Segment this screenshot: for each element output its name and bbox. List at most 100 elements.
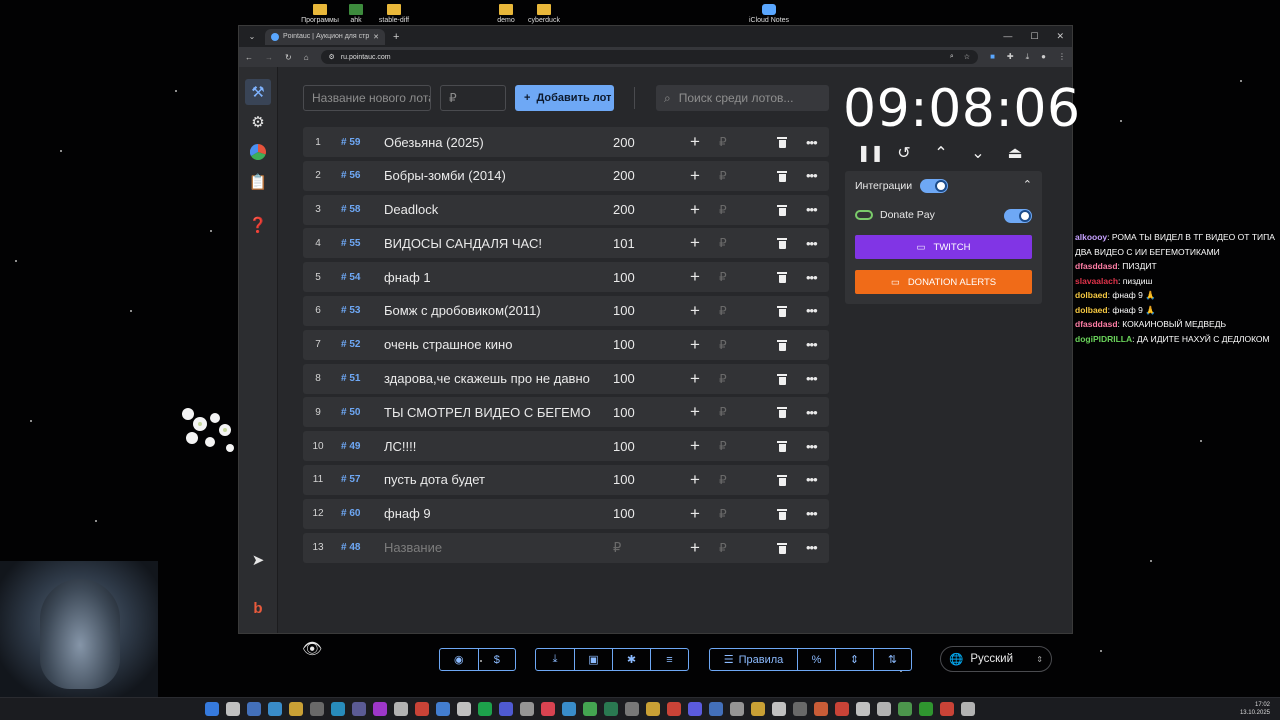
- lot-row[interactable]: 2 # 56 Бобры-зомби (2014) 200 + ₽ •••: [303, 160, 829, 191]
- trash-icon[interactable]: [777, 204, 787, 216]
- home-icon[interactable]: ⌂: [304, 53, 309, 62]
- sidebar-item-help[interactable]: ❓: [245, 212, 271, 238]
- url-field[interactable]: ⚙ ru.pointauc.com ⌕ ☆: [320, 50, 979, 64]
- forward-icon[interactable]: →: [265, 53, 273, 62]
- more-icon[interactable]: •••: [806, 168, 818, 183]
- lot-row[interactable]: 4 # 55 ВИДОСЫ САНДАЛЯ ЧАС! 101 + ₽ •••: [303, 228, 829, 259]
- lot-amount[interactable]: 200: [613, 168, 635, 183]
- trash-icon[interactable]: [777, 237, 787, 250]
- plus-icon[interactable]: +: [690, 436, 700, 456]
- lot-amount[interactable]: 100: [613, 472, 635, 487]
- lot-row[interactable]: 12 # 60 фнаф 9 100 + ₽ •••: [303, 498, 829, 529]
- plus-icon[interactable]: +: [690, 166, 700, 186]
- add-amount-input[interactable]: ₽: [719, 473, 727, 487]
- taskbar-app-icon[interactable]: [793, 702, 807, 716]
- browser-tab[interactable]: Pointauc | Аукцион для стримов ✕: [265, 28, 385, 45]
- taskbar-app-icon[interactable]: [562, 702, 576, 716]
- taskbar-app-icon[interactable]: [310, 702, 324, 716]
- trash-icon[interactable]: [777, 474, 787, 486]
- maximize-icon[interactable]: ☐: [1030, 31, 1038, 42]
- taskbar-app-icon[interactable]: [457, 702, 471, 716]
- new-lot-input[interactable]: Название нового лота: [303, 85, 431, 111]
- taskbar-clock[interactable]: 17:02 13.10.2025: [1240, 701, 1270, 717]
- lot-row[interactable]: 11 # 57 пусть дота будет 100 + ₽ •••: [303, 464, 829, 495]
- taskbar-app-icon[interactable]: [247, 702, 261, 716]
- add-amount-input[interactable]: ₽: [719, 203, 727, 217]
- plus-icon[interactable]: +: [690, 301, 700, 321]
- amount-input[interactable]: ₽: [440, 85, 506, 111]
- lot-row[interactable]: 7 # 52 очень страшное кино 100 + ₽ •••: [303, 329, 829, 360]
- more-icon[interactable]: •••: [806, 270, 818, 285]
- reset-icon[interactable]: ↺: [894, 143, 914, 163]
- add-amount-input[interactable]: ₽: [719, 405, 727, 419]
- chevron-up-icon[interactable]: ⌃: [1023, 178, 1032, 191]
- sidebar-item-auction[interactable]: ⚒: [245, 79, 271, 105]
- lot-row[interactable]: 8 # 51 здарова,че скажешь про не давно 100 +…: [303, 363, 829, 394]
- percent-button[interactable]: %: [797, 649, 835, 670]
- taskbar-app-icon[interactable]: [478, 702, 492, 716]
- back-icon[interactable]: ←: [245, 53, 253, 62]
- trash-icon[interactable]: [777, 440, 787, 453]
- trash-icon[interactable]: [777, 542, 787, 554]
- download-icon[interactable]: ⤓: [1026, 52, 1030, 62]
- lot-amount[interactable]: 100: [613, 337, 635, 352]
- lot-amount[interactable]: 100: [613, 405, 635, 420]
- lot-amount[interactable]: 100: [613, 439, 635, 454]
- taskbar-app-icon[interactable]: [604, 702, 618, 716]
- taskbar-app-icon[interactable]: [373, 702, 387, 716]
- plus-icon[interactable]: +: [690, 538, 700, 558]
- plus-icon[interactable]: +: [690, 470, 700, 490]
- taskbar-app-icon[interactable]: [709, 702, 723, 716]
- taskbar-app-icon[interactable]: [268, 702, 282, 716]
- lot-row[interactable]: 13 # 48 Название ₽ + ₽ •••: [303, 532, 829, 563]
- lot-row[interactable]: 3 # 58 Deadlock 200 + ₽ •••: [303, 194, 829, 225]
- taskbar-app-icon[interactable]: [583, 702, 597, 716]
- more-icon[interactable]: •••: [806, 439, 818, 454]
- lot-amount[interactable]: 100: [613, 303, 635, 318]
- taskbar-app-icon[interactable]: [877, 702, 891, 716]
- add-amount-input[interactable]: ₽: [719, 304, 727, 318]
- more-icon[interactable]: •••: [806, 202, 818, 217]
- taskbar-app-icon[interactable]: [940, 702, 954, 716]
- lot-name-input[interactable]: Название: [384, 540, 591, 555]
- language-select[interactable]: 🌐 Русский ⇕: [940, 646, 1052, 672]
- lot-amount[interactable]: 200: [613, 202, 635, 217]
- taskbar-app-icon[interactable]: [394, 702, 408, 716]
- plus-icon[interactable]: +: [690, 402, 700, 422]
- taskbar-app-icon[interactable]: [772, 702, 786, 716]
- add-lot-button[interactable]: + Добавить лот: [515, 85, 614, 111]
- taskbar-app-icon[interactable]: [667, 702, 681, 716]
- taskbar-app-icon[interactable]: [520, 702, 534, 716]
- chevron-up-icon[interactable]: ⌃: [931, 143, 951, 163]
- more-icon[interactable]: •••: [806, 540, 818, 555]
- taskbar-app-icon[interactable]: [331, 702, 345, 716]
- add-amount-input[interactable]: ₽: [719, 338, 727, 352]
- bug-button[interactable]: ✱: [612, 649, 650, 670]
- lot-amount[interactable]: 100: [613, 371, 635, 386]
- taskbar-app-icon[interactable]: [961, 702, 975, 716]
- more-icon[interactable]: •••: [806, 135, 818, 150]
- taskbar-app-icon[interactable]: [898, 702, 912, 716]
- add-amount-input[interactable]: ₽: [719, 439, 727, 453]
- search-input[interactable]: ⌕ Поиск среди лотов...: [656, 85, 829, 111]
- plus-icon[interactable]: +: [690, 267, 700, 287]
- taskbar-app-icon[interactable]: [436, 702, 450, 716]
- github-button[interactable]: ◉: [440, 649, 478, 670]
- reload-icon[interactable]: ↻: [285, 53, 292, 62]
- trash-icon[interactable]: [777, 271, 787, 284]
- lot-amount[interactable]: ₽: [613, 540, 621, 556]
- taskbar-app-icon[interactable]: [751, 702, 765, 716]
- lot-name-input[interactable]: фнаф 9: [384, 506, 591, 521]
- site-info-icon[interactable]: ⚙: [329, 53, 335, 61]
- twitch-button[interactable]: ▭ TWITCH: [855, 235, 1032, 259]
- taskbar-app-icon[interactable]: [814, 702, 828, 716]
- sidebar-item-history[interactable]: 📋: [245, 169, 271, 195]
- lot-name-input[interactable]: ЛС!!!!: [384, 439, 591, 454]
- integrations-toggle[interactable]: [920, 179, 948, 193]
- lot-amount[interactable]: 100: [613, 506, 635, 521]
- extensions-puzzle-icon[interactable]: ✚: [1007, 52, 1014, 62]
- taskbar-app-icon[interactable]: [688, 702, 702, 716]
- sidebar-item-settings[interactable]: ⚙: [245, 109, 271, 135]
- desktop-folder-icon[interactable]: stable-diff: [370, 4, 418, 24]
- lot-name-input[interactable]: Обезьяна (2025): [384, 135, 591, 150]
